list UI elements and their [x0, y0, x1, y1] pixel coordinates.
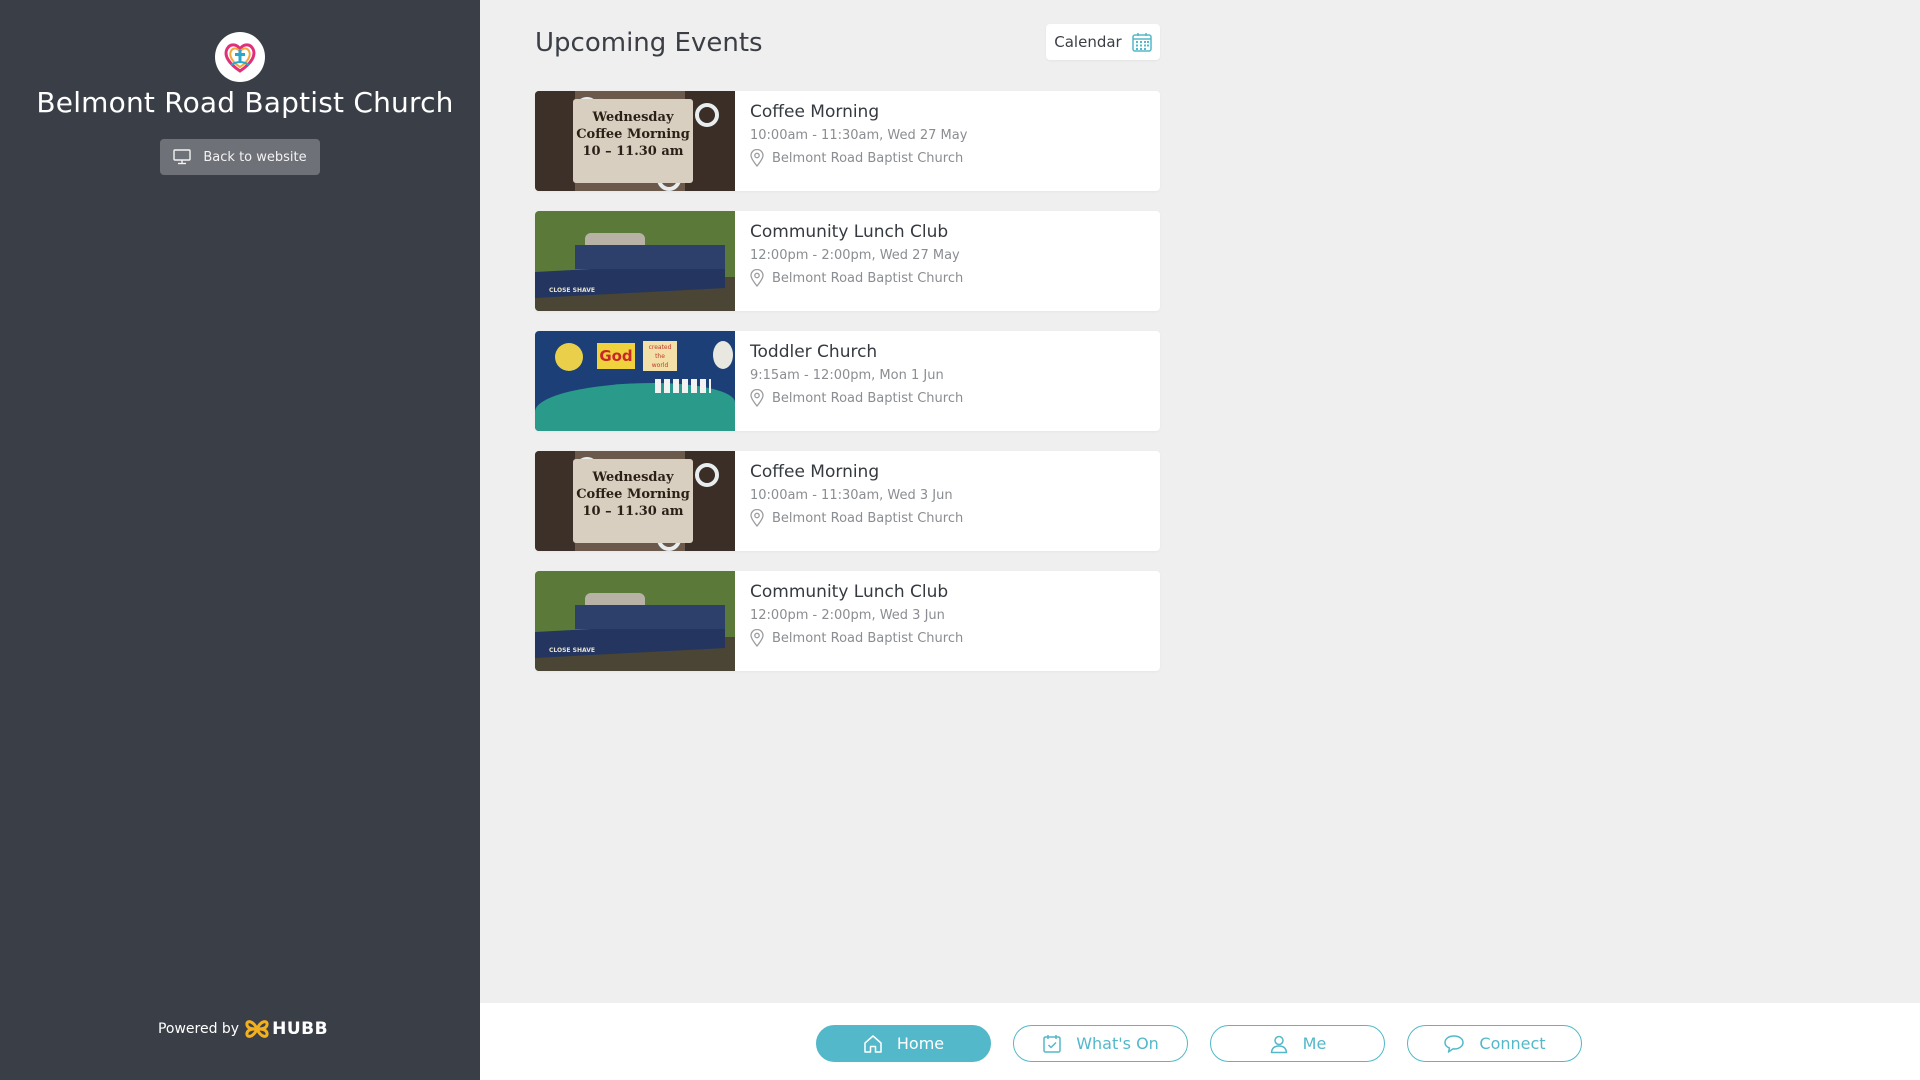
event-title: Toddler Church	[750, 342, 878, 362]
coffee-morning-image: Wednesday Coffee Morning 10 – 11.30 am	[535, 91, 735, 191]
event-card[interactable]: Wednesday Coffee Morning 10 – 11.30 am Cof…	[535, 91, 1160, 191]
chat-bubble-icon	[1444, 1034, 1465, 1053]
bottom-nav: Home What's On Me Connect	[480, 1003, 1920, 1080]
events-list: Wednesday Coffee Morning 10 – 11.30 am Cof…	[535, 91, 1160, 691]
event-time: 12:00pm - 2:00pm, Wed 3 Jun	[750, 608, 945, 623]
nav-me[interactable]: Me	[1210, 1025, 1385, 1062]
hubb-butterfly-icon	[245, 1020, 269, 1038]
page-title: Upcoming Events	[535, 28, 763, 58]
god-created-the-world-image: God created the world	[535, 331, 735, 431]
narrowboat-image: CLOSE SHAVE	[535, 211, 735, 311]
map-pin-icon	[750, 509, 764, 527]
event-title: Community Lunch Club	[750, 222, 949, 242]
map-pin-icon	[750, 269, 764, 287]
coffee-morning-sign: Wednesday Coffee Morning 10 – 11.30 am	[573, 459, 693, 543]
event-title: Community Lunch Club	[750, 582, 949, 602]
map-pin-icon	[750, 149, 764, 167]
nav-me-label: Me	[1302, 1034, 1327, 1053]
event-card[interactable]: God created the world Toddler Church 9:15a…	[535, 331, 1160, 431]
event-time: 10:00am - 11:30am, Wed 27 May	[750, 128, 968, 143]
calendar-button[interactable]: Calendar	[1046, 24, 1160, 60]
narrowboat-image: CLOSE SHAVE	[535, 571, 735, 671]
nav-home-label: Home	[896, 1034, 945, 1053]
powered-by-label: Powered by	[157, 1021, 240, 1037]
event-time: 12:00pm - 2:00pm, Wed 27 May	[750, 248, 960, 263]
back-to-website-label: Back to website	[203, 149, 307, 165]
event-card[interactable]: CLOSE SHAVE Community Lunch Club 12:00pm…	[535, 211, 1160, 311]
sidebar: Belmont Road Baptist Church Back to webs…	[0, 0, 480, 1080]
back-to-website-button[interactable]: Back to website	[160, 139, 320, 175]
event-location: Belmont Road Baptist Church	[750, 149, 967, 167]
event-location: Belmont Road Baptist Church	[750, 269, 963, 287]
event-location-label: Belmont Road Baptist Church	[772, 390, 964, 406]
hubb-logo: HUBB	[245, 1018, 328, 1040]
church-name: Belmont Road Baptist Church	[36, 86, 454, 119]
church-logo	[215, 32, 265, 82]
calendar-check-icon	[1043, 1034, 1061, 1053]
event-location-label: Belmont Road Baptist Church	[772, 150, 964, 166]
event-location-label: Belmont Road Baptist Church	[772, 510, 964, 526]
nav-whats-on[interactable]: What's On	[1013, 1025, 1188, 1062]
nav-home[interactable]: Home	[816, 1025, 991, 1062]
map-pin-icon	[750, 389, 764, 407]
event-location-label: Belmont Road Baptist Church	[772, 270, 964, 286]
event-location: Belmont Road Baptist Church	[750, 629, 963, 647]
heart-cross-logo-icon	[224, 43, 256, 73]
event-location: Belmont Road Baptist Church	[750, 509, 963, 527]
powered-by: Powered by HUBB	[0, 1018, 486, 1040]
event-card[interactable]: Wednesday Coffee Morning 10 – 11.30 am Cof…	[535, 451, 1160, 551]
nav-whats-on-label: What's On	[1076, 1034, 1159, 1053]
monitor-icon	[173, 149, 192, 165]
event-location: Belmont Road Baptist Church	[750, 389, 963, 407]
coffee-morning-sign: Wednesday Coffee Morning 10 – 11.30 am	[573, 99, 693, 183]
event-location-label: Belmont Road Baptist Church	[772, 630, 964, 646]
coffee-morning-image: Wednesday Coffee Morning 10 – 11.30 am	[535, 451, 735, 551]
calendar-button-label: Calendar	[1054, 33, 1122, 51]
home-icon	[864, 1034, 882, 1053]
nav-connect-label: Connect	[1479, 1034, 1546, 1053]
event-title: Coffee Morning	[750, 462, 880, 482]
event-time: 10:00am - 11:30am, Wed 3 Jun	[750, 488, 953, 503]
event-card[interactable]: CLOSE SHAVE Community Lunch Club 12:00pm…	[535, 571, 1160, 671]
user-icon	[1270, 1035, 1287, 1053]
hubb-brand-text: HUBB	[272, 1019, 329, 1039]
nav-connect[interactable]: Connect	[1407, 1025, 1582, 1062]
map-pin-icon	[750, 629, 764, 647]
event-title: Coffee Morning	[750, 102, 880, 122]
calendar-grid-icon	[1131, 33, 1152, 52]
event-time: 9:15am - 12:00pm, Mon 1 Jun	[750, 368, 944, 383]
